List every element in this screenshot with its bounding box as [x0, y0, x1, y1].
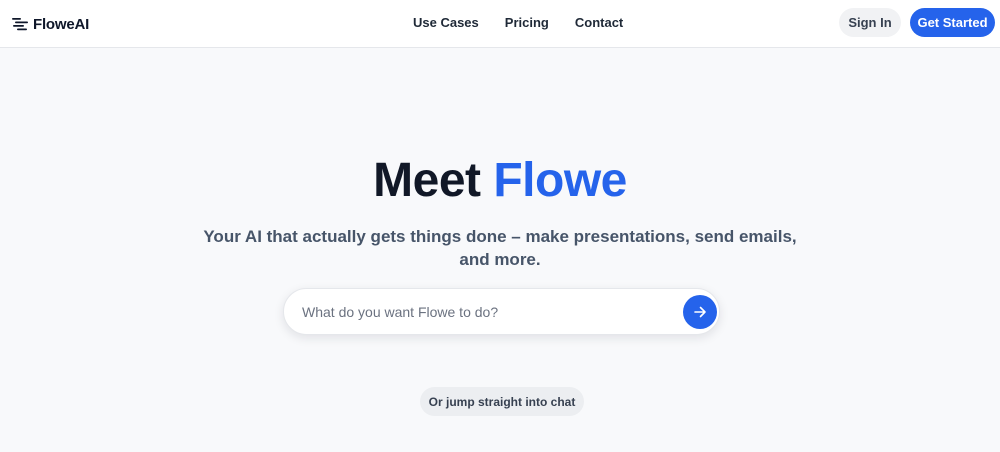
prompt-box	[283, 288, 720, 335]
submit-prompt-button[interactable]	[683, 295, 717, 329]
sign-in-button[interactable]: Sign In	[839, 8, 901, 37]
nav-link-use-cases[interactable]: Use Cases	[413, 15, 479, 31]
nav-link-contact[interactable]: Contact	[575, 15, 623, 31]
nav-link-pricing[interactable]: Pricing	[505, 15, 549, 31]
get-started-button[interactable]: Get Started	[910, 8, 995, 37]
hero-title-prefix: Meet	[373, 154, 481, 207]
brand[interactable]: FloweAI	[12, 13, 89, 35]
hero-subtitle: Your AI that actually gets things done –…	[203, 227, 797, 269]
main-nav: Use Cases Pricing Contact	[413, 15, 623, 31]
top-navbar: FloweAI Use Cases Pricing Contact Sign I…	[0, 0, 1000, 48]
brand-name: FloweAI	[33, 15, 90, 33]
hero-title-accent: Flowe	[493, 154, 627, 207]
prompt-input[interactable]	[302, 301, 672, 323]
flowe-logo-icon	[12, 18, 28, 31]
arrow-right-icon	[694, 306, 706, 318]
hero-title: Meet Flowe	[0, 152, 1000, 210]
jump-to-chat-button[interactable]: Or jump straight into chat	[420, 387, 584, 416]
